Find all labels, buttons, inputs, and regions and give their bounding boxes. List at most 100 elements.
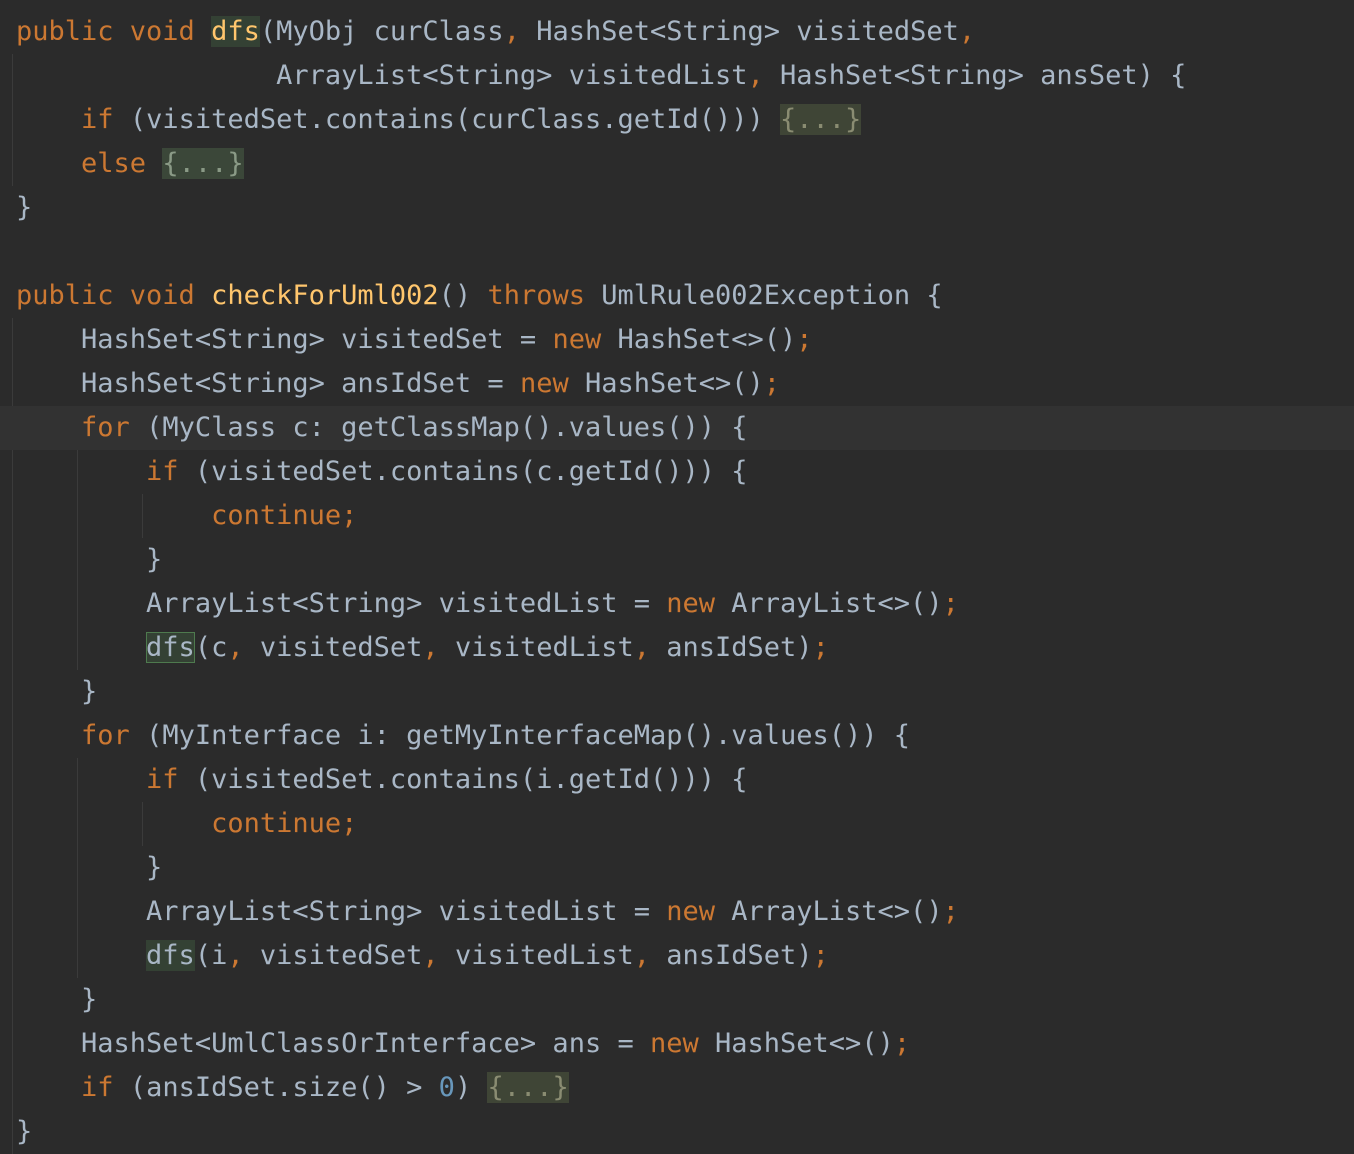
- code-token: HashSet<>(): [715, 1028, 894, 1059]
- code-token: ArrayList<>(): [731, 896, 943, 927]
- code-token: ,: [958, 16, 976, 47]
- code-token: }: [16, 192, 33, 223]
- code-token: public void: [16, 16, 212, 47]
- code-line[interactable]: }: [0, 1110, 1354, 1154]
- code-token: visitedSet: [259, 632, 423, 663]
- code-token: new: [666, 896, 732, 927]
- code-line[interactable]: ArrayList<String> visitedList = new Arra…: [0, 582, 1354, 626]
- code-token: continue;: [211, 500, 358, 531]
- code-token: visitedSet: [259, 940, 423, 971]
- folded-block[interactable]: {...}: [162, 148, 244, 179]
- code-line[interactable]: public void dfs(MyObj curClass, HashSet<…: [0, 10, 1354, 54]
- code-token: ,: [422, 632, 455, 663]
- code-line[interactable]: }: [0, 538, 1354, 582]
- code-line[interactable]: if (ansIdSet.size() > 0) {...}: [0, 1066, 1354, 1110]
- code-token: ,: [503, 16, 537, 47]
- code-token: HashSet<String> visitedSet =: [81, 324, 553, 355]
- code-token: HashSet<String> ansIdSet =: [81, 368, 520, 399]
- code-line[interactable]: [0, 230, 1354, 274]
- code-line[interactable]: else {...}: [0, 142, 1354, 186]
- folded-block[interactable]: {...}: [487, 1072, 569, 1103]
- code-token: ,: [227, 940, 260, 971]
- code-token: ansIdSet): [666, 632, 813, 663]
- code-token: (visitedSet.contains(c.getId())) {: [194, 456, 748, 487]
- code-token: public void: [16, 280, 212, 311]
- code-line[interactable]: ArrayList<String> visitedList = new Arra…: [0, 890, 1354, 934]
- code-token: throws: [487, 280, 602, 311]
- code-token: ,: [633, 940, 667, 971]
- code-line[interactable]: }: [0, 846, 1354, 890]
- code-line[interactable]: HashSet<String> visitedSet = new HashSet…: [0, 318, 1354, 362]
- code-token: }: [146, 852, 163, 883]
- code-token: (i: [194, 940, 228, 971]
- code-line[interactable]: HashSet<String> ansIdSet = new HashSet<>…: [0, 362, 1354, 406]
- code-token: if: [146, 764, 195, 795]
- code-token: ;: [942, 896, 959, 927]
- code-token: visitedList: [454, 632, 634, 663]
- code-token: ,: [227, 632, 260, 663]
- code-line[interactable]: if (visitedSet.contains(i.getId())) {: [0, 758, 1354, 802]
- folded-block[interactable]: {...}: [780, 104, 862, 135]
- code-line[interactable]: continue;: [0, 802, 1354, 846]
- code-line[interactable]: for (MyInterface i: getMyInterfaceMap().…: [0, 714, 1354, 758]
- code-token: new: [666, 588, 732, 619]
- code-token: }: [81, 676, 98, 707]
- code-token: }: [81, 984, 98, 1015]
- code-token: UmlRule002Exception {: [601, 280, 943, 311]
- code-token: else: [81, 148, 163, 179]
- code-token: if: [81, 104, 130, 135]
- code-token: ArrayList<>(): [731, 588, 943, 619]
- code-token: (MyInterface i: getMyInterfaceMap().valu…: [146, 720, 911, 751]
- code-token: ArrayList<String> visitedList =: [146, 588, 667, 619]
- code-token: (visitedSet.contains(curClass.getId())): [129, 104, 781, 135]
- code-token: if: [81, 1072, 130, 1103]
- code-line[interactable]: dfs(i, visitedSet, visitedList, ansIdSet…: [0, 934, 1354, 978]
- code-line[interactable]: if (visitedSet.contains(curClass.getId()…: [0, 98, 1354, 142]
- code-token: 0: [438, 1072, 455, 1103]
- code-line[interactable]: if (visitedSet.contains(c.getId())) {: [0, 450, 1354, 494]
- code-token: ;: [812, 632, 829, 663]
- code-token: if: [146, 456, 195, 487]
- code-token: HashSet<String> ansSet) {: [780, 60, 1187, 91]
- code-token: ;: [893, 1028, 911, 1059]
- code-editor[interactable]: public void dfs(MyObj curClass, HashSet<…: [0, 10, 1354, 1154]
- code-line[interactable]: continue;: [0, 494, 1354, 538]
- code-token: ;: [796, 324, 813, 355]
- code-line[interactable]: for (MyClass c: getClassMap().values()) …: [0, 406, 1354, 450]
- code-line[interactable]: }: [0, 186, 1354, 230]
- code-token: continue;: [211, 808, 358, 839]
- code-token: new: [649, 1028, 716, 1059]
- code-line[interactable]: HashSet<UmlClassOrInterface> ans = new H…: [0, 1022, 1354, 1066]
- code-token: visitedList: [454, 940, 634, 971]
- code-token: ,: [747, 60, 781, 91]
- highlighted-usage: dfs: [146, 940, 195, 971]
- code-token: (): [438, 280, 488, 311]
- code-line[interactable]: }: [0, 978, 1354, 1022]
- code-token: (ansIdSet.size() >: [129, 1072, 439, 1103]
- code-line[interactable]: public void checkForUml002() throws UmlR…: [0, 274, 1354, 318]
- code-token: (visitedSet.contains(i.getId())) {: [194, 764, 748, 795]
- code-lines[interactable]: public void dfs(MyObj curClass, HashSet<…: [0, 10, 1354, 1154]
- code-token: HashSet<>(): [584, 368, 764, 399]
- code-line[interactable]: dfs(c, visitedSet, visitedList, ansIdSet…: [0, 626, 1354, 670]
- code-token: ;: [763, 368, 781, 399]
- code-token: HashSet<UmlClassOrInterface> ans =: [81, 1028, 650, 1059]
- code-token: HashSet<String> visitedSet: [536, 16, 959, 47]
- code-token: new: [519, 368, 585, 399]
- code-line[interactable]: ArrayList<String> visitedList, HashSet<S…: [0, 54, 1354, 98]
- code-line[interactable]: }: [0, 670, 1354, 714]
- code-token: }: [146, 544, 163, 575]
- code-token: new: [552, 324, 618, 355]
